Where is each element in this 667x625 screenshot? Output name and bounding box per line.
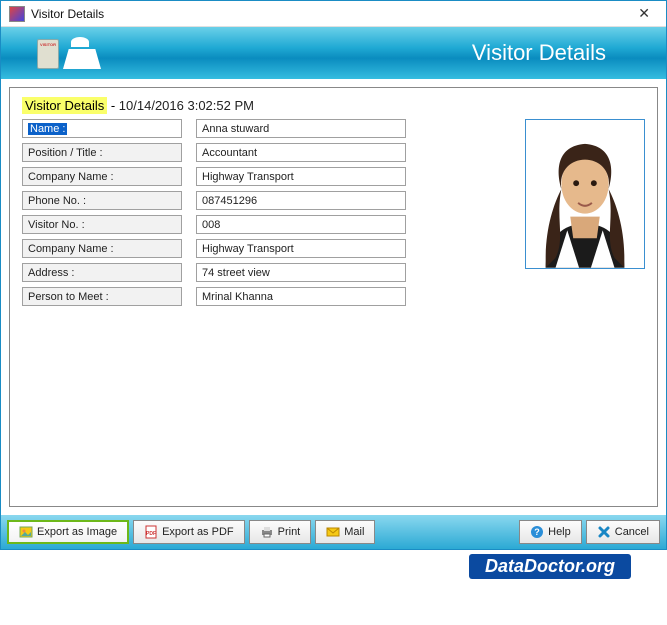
help-button[interactable]: ? Help <box>519 520 582 544</box>
button-label: Mail <box>344 526 364 538</box>
field-row: Address : 74 street view <box>22 263 485 282</box>
fields-list: Name : Anna stuward Position / Title : A… <box>22 119 485 311</box>
help-icon: ? <box>530 525 544 539</box>
banner-art <box>37 37 101 69</box>
field-label[interactable]: Position / Title : <box>22 143 182 162</box>
mail-button[interactable]: Mail <box>315 520 375 544</box>
heading-timestamp: 10/14/2016 3:02:52 PM <box>119 98 254 113</box>
window-title: Visitor Details <box>31 7 104 21</box>
details-heading: Visitor Details - 10/14/2016 3:02:52 PM <box>22 98 645 113</box>
field-label[interactable]: Name : <box>22 119 182 138</box>
svg-text:?: ? <box>534 527 540 537</box>
field-row: Phone No. : 087451296 <box>22 191 485 210</box>
field-value[interactable]: Highway Transport <box>196 167 406 186</box>
title-bar: Visitor Details ✕ <box>1 1 666 27</box>
field-value[interactable]: Mrinal Khanna <box>196 287 406 306</box>
export-pdf-button[interactable]: PDF Export as PDF <box>133 520 245 544</box>
button-label: Print <box>278 526 301 538</box>
print-button[interactable]: Print <box>249 520 312 544</box>
field-row: Name : Anna stuward <box>22 119 485 138</box>
heading-sep: - <box>107 98 119 113</box>
mail-icon <box>326 525 340 539</box>
export-image-button[interactable]: Export as Image <box>7 520 129 544</box>
field-label[interactable]: Person to Meet : <box>22 287 182 306</box>
field-value[interactable]: Accountant <box>196 143 406 162</box>
field-value[interactable]: 087451296 <box>196 191 406 210</box>
image-icon <box>19 525 33 539</box>
button-label: Help <box>548 526 571 538</box>
app-window: Visitor Details ✕ Visitor Details Visito… <box>0 0 667 550</box>
pdf-icon: PDF <box>144 525 158 539</box>
field-row: Visitor No. : 008 <box>22 215 485 234</box>
field-row: Company Name : Highway Transport <box>22 167 485 186</box>
photo-placeholder-icon <box>526 120 644 268</box>
footer: DataDoctor.org <box>0 550 667 583</box>
button-label: Export as PDF <box>162 526 234 538</box>
field-value[interactable]: Highway Transport <box>196 239 406 258</box>
button-label: Export as Image <box>37 526 117 538</box>
close-button[interactable]: ✕ <box>630 5 658 22</box>
printer-icon <box>260 525 274 539</box>
brand-badge: DataDoctor.org <box>469 554 631 579</box>
header-banner: Visitor Details <box>1 27 666 79</box>
field-label[interactable]: Visitor No. : <box>22 215 182 234</box>
app-icon <box>9 6 25 22</box>
details-panel: Visitor Details - 10/14/2016 3:02:52 PM … <box>9 87 658 507</box>
field-value[interactable]: 74 street view <box>196 263 406 282</box>
visitor-badge-icon <box>37 39 59 69</box>
heading-label: Visitor Details <box>22 97 107 114</box>
field-value[interactable]: Anna stuward <box>196 119 406 138</box>
field-label[interactable]: Phone No. : <box>22 191 182 210</box>
field-row: Person to Meet : Mrinal Khanna <box>22 287 485 306</box>
field-row: Position / Title : Accountant <box>22 143 485 162</box>
field-row: Company Name : Highway Transport <box>22 239 485 258</box>
banner-title: Visitor Details <box>472 40 606 66</box>
svg-text:PDF: PDF <box>146 531 156 537</box>
visitor-photo <box>525 119 645 269</box>
cancel-icon <box>597 525 611 539</box>
field-label[interactable]: Address : <box>22 263 182 282</box>
field-label[interactable]: Company Name : <box>22 239 182 258</box>
button-label: Cancel <box>615 526 649 538</box>
field-value[interactable]: 008 <box>196 215 406 234</box>
field-label[interactable]: Company Name : <box>22 167 182 186</box>
cancel-button[interactable]: Cancel <box>586 520 660 544</box>
action-bar: Export as Image PDF Export as PDF Print … <box>1 515 666 549</box>
guard-icon <box>63 37 101 69</box>
